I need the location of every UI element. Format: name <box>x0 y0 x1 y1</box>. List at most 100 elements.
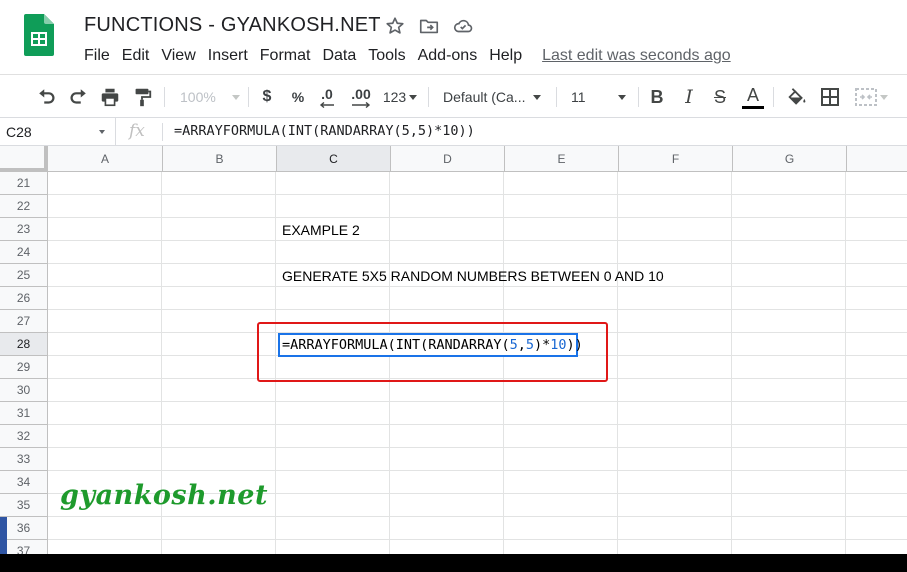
row-header[interactable]: 21 <box>0 172 48 195</box>
row-header[interactable]: 22 <box>0 195 48 218</box>
toolbar-divider <box>556 87 557 107</box>
undo-button[interactable] <box>34 84 60 110</box>
toolbar-divider <box>248 87 249 107</box>
column-header-a[interactable]: A <box>48 146 163 172</box>
column-header-g[interactable]: G <box>733 146 847 172</box>
menu-add-ons[interactable]: Add-ons <box>412 45 484 67</box>
print-button[interactable] <box>97 84 123 110</box>
document-title[interactable]: FUNCTIONS - GYANKOSH.NET <box>84 14 381 37</box>
google-sheets-logo-icon[interactable] <box>24 14 54 56</box>
text-color-swatch <box>742 105 764 109</box>
row-header[interactable]: 29 <box>0 356 48 379</box>
last-edit-link[interactable]: Last edit was seconds ago <box>542 47 731 65</box>
row-header[interactable]: 33 <box>0 448 48 471</box>
chevron-down-icon <box>99 130 105 134</box>
format-percent-button[interactable]: % <box>287 84 309 110</box>
print-icon <box>101 88 119 107</box>
paint-format-icon <box>135 88 152 107</box>
column-header-h[interactable]: H <box>847 146 907 172</box>
toolbar-divider <box>638 87 639 107</box>
row-header[interactable]: 23 <box>0 218 48 241</box>
row-header-selected[interactable]: 28 <box>0 333 48 356</box>
menu-data[interactable]: Data <box>316 45 362 67</box>
font-size-select[interactable]: 11 <box>571 84 631 110</box>
watermark-logo: gyankosh.net <box>60 480 268 511</box>
decrease-decimal-button[interactable]: .0 <box>316 84 338 110</box>
redo-button[interactable] <box>65 84 91 110</box>
borders-button[interactable] <box>817 84 843 110</box>
chevron-down-icon <box>231 94 240 100</box>
cloud-saved-icon[interactable] <box>452 15 474 37</box>
increase-decimal-label: .00 <box>351 86 371 102</box>
increase-decimal-button[interactable]: .00 <box>347 84 375 110</box>
row-header[interactable]: 26 <box>0 287 48 310</box>
chevron-down-icon <box>533 94 542 100</box>
column-headers: A B C D E F G H <box>48 146 907 172</box>
select-all-corner[interactable] <box>0 146 48 172</box>
formula-bar: C28 fx =ARRAYFORMULA(INT(RANDARRAY(5,5)*… <box>0 118 907 146</box>
column-header-b[interactable]: B <box>163 146 277 172</box>
name-box[interactable]: C28 <box>0 118 116 146</box>
merge-cells-icon <box>854 88 877 106</box>
row-header[interactable]: 32 <box>0 425 48 448</box>
arrow-right-icon <box>352 102 371 108</box>
borders-icon <box>821 88 839 106</box>
text-color-label: A <box>746 84 759 105</box>
formula-input[interactable]: =ARRAYFORMULA(INT(RANDARRAY(5,5)*10)) <box>174 123 475 139</box>
undo-icon <box>39 89 55 104</box>
more-formats-label: 123 <box>382 89 407 105</box>
bold-label: B <box>650 86 664 107</box>
currency-label: $ <box>262 88 272 105</box>
toolbar: 100% $ % .0 .00 123 Default (Ca... 11 B … <box>0 74 907 118</box>
menu-insert[interactable]: Insert <box>202 45 254 67</box>
column-header-f[interactable]: F <box>619 146 733 172</box>
highlight-annotation <box>257 322 608 382</box>
title-bar: FUNCTIONS - GYANKOSH.NET File Edit View … <box>0 0 907 74</box>
menu-help[interactable]: Help <box>483 45 528 67</box>
toolbar-divider <box>428 87 429 107</box>
cell-c23[interactable]: EXAMPLE 2 <box>282 219 360 242</box>
fill-color-button[interactable] <box>784 84 810 110</box>
fill-color-icon <box>788 88 806 105</box>
side-panel-edge <box>0 517 7 554</box>
menu-format[interactable]: Format <box>254 45 317 67</box>
column-header-e[interactable]: E <box>505 146 619 172</box>
zoom-select[interactable]: 100% <box>180 84 240 110</box>
italic-button[interactable]: I <box>678 84 700 110</box>
menu-view[interactable]: View <box>155 45 201 67</box>
row-header[interactable]: 27 <box>0 310 48 333</box>
row-header[interactable]: 24 <box>0 241 48 264</box>
cell-reference: C28 <box>6 124 32 140</box>
font-family-select[interactable]: Default (Ca... <box>443 84 547 110</box>
chevron-down-icon <box>879 94 888 100</box>
redo-icon <box>70 89 86 104</box>
row-header[interactable]: 34 <box>0 471 48 494</box>
menu-tools[interactable]: Tools <box>362 45 411 67</box>
row-header[interactable]: 36 <box>0 517 48 540</box>
row-headers: 21 22 23 24 25 26 27 28 29 30 31 32 33 3… <box>0 172 48 563</box>
toolbar-divider <box>164 87 165 107</box>
merge-cells-button[interactable] <box>851 84 891 110</box>
more-formats-button[interactable]: 123 <box>380 84 420 110</box>
format-currency-button[interactable]: $ <box>256 84 278 110</box>
arrow-left-icon <box>319 102 334 108</box>
chevron-down-icon <box>409 94 418 100</box>
row-header[interactable]: 35 <box>0 494 48 517</box>
star-icon[interactable] <box>384 15 406 37</box>
column-header-d[interactable]: D <box>391 146 505 172</box>
bold-button[interactable]: B <box>646 84 668 110</box>
text-color-button[interactable]: A <box>740 84 766 110</box>
row-header[interactable]: 30 <box>0 379 48 402</box>
strikethrough-button[interactable]: S <box>709 84 731 110</box>
paint-format-button[interactable] <box>129 84 155 110</box>
cell-c25[interactable]: GENERATE 5X5 RANDOM NUMBERS BETWEEN 0 AN… <box>282 265 664 288</box>
menu-edit[interactable]: Edit <box>116 45 156 67</box>
zoom-value: 100% <box>180 89 216 105</box>
formula-divider <box>162 123 163 141</box>
chevron-down-icon <box>617 94 626 100</box>
move-folder-icon[interactable] <box>418 15 440 37</box>
column-header-c[interactable]: C <box>277 146 391 172</box>
row-header[interactable]: 31 <box>0 402 48 425</box>
menu-file[interactable]: File <box>78 45 116 67</box>
row-header[interactable]: 25 <box>0 264 48 287</box>
